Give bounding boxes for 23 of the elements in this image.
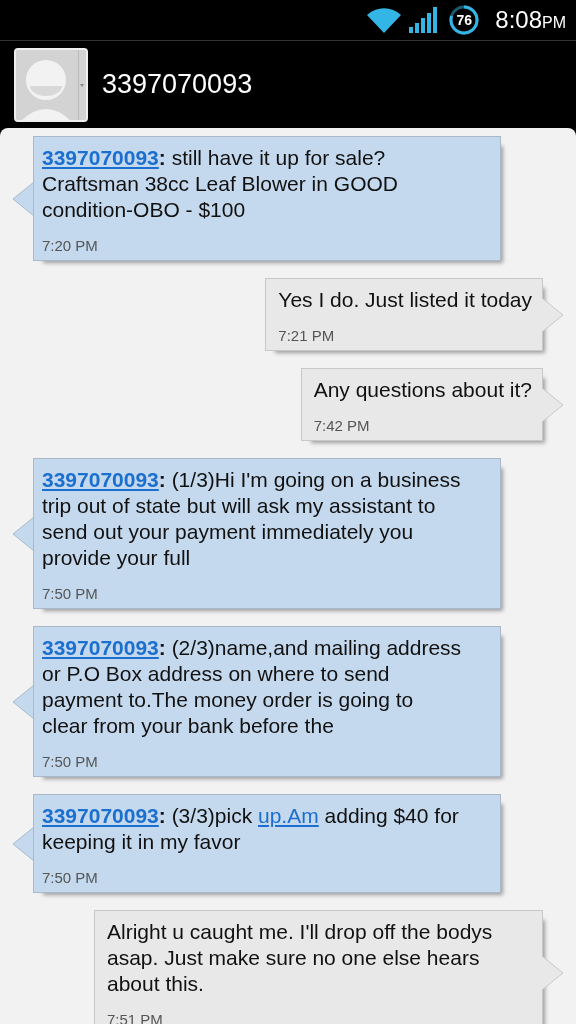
message-text: 3397070093: (1/3)Hi I'm going on a business trip out of state but will ask my assistant to send out your payment immediately you provide your full bbox=[42, 467, 462, 571]
clock: 8:08PM bbox=[495, 6, 566, 34]
message-text: 3397070093: (3/3)pick up.Am adding $40 for keeping it in my favor bbox=[42, 803, 460, 855]
message-link[interactable]: up.Am bbox=[258, 804, 319, 827]
sender-link[interactable]: 3397070093 bbox=[42, 146, 159, 169]
message-text: Yes I do. Just listed it today bbox=[278, 287, 532, 313]
message-text: Any questions about it? bbox=[313, 377, 532, 403]
contact-name: 3397070093 bbox=[102, 69, 253, 100]
message-text: 3397070093: still have it up for sale? Craftsman 38cc Leaf Blower in GOOD condition-OBO - $100 bbox=[42, 145, 399, 223]
message-time: 7:21 PM bbox=[278, 327, 336, 344]
message-time: 7:20 PM bbox=[42, 237, 99, 254]
sender-link[interactable]: 3397070093 bbox=[42, 468, 159, 491]
message-time: 7:50 PM bbox=[42, 869, 99, 886]
sender-link[interactable]: 3397070093 bbox=[42, 636, 159, 659]
sender-link[interactable]: 3397070093 bbox=[42, 804, 159, 827]
wifi-icon bbox=[367, 7, 402, 33]
message-text: 3397070093: (2/3)name,and mailing address or P.O Box address on where to send payment to.The money order is going to clear from your bank before the bbox=[42, 635, 463, 739]
contact-avatar[interactable] bbox=[14, 47, 88, 122]
battery-indicator: 76 bbox=[449, 5, 480, 35]
message-time: 7:50 PM bbox=[42, 585, 99, 602]
message-time: 7:42 PM bbox=[313, 417, 371, 434]
message-time: 7:50 PM bbox=[42, 753, 99, 770]
message-text: Alright u caught me. I'll drop off the bodys asap. Just make sure no one else hears about this. bbox=[107, 919, 494, 997]
